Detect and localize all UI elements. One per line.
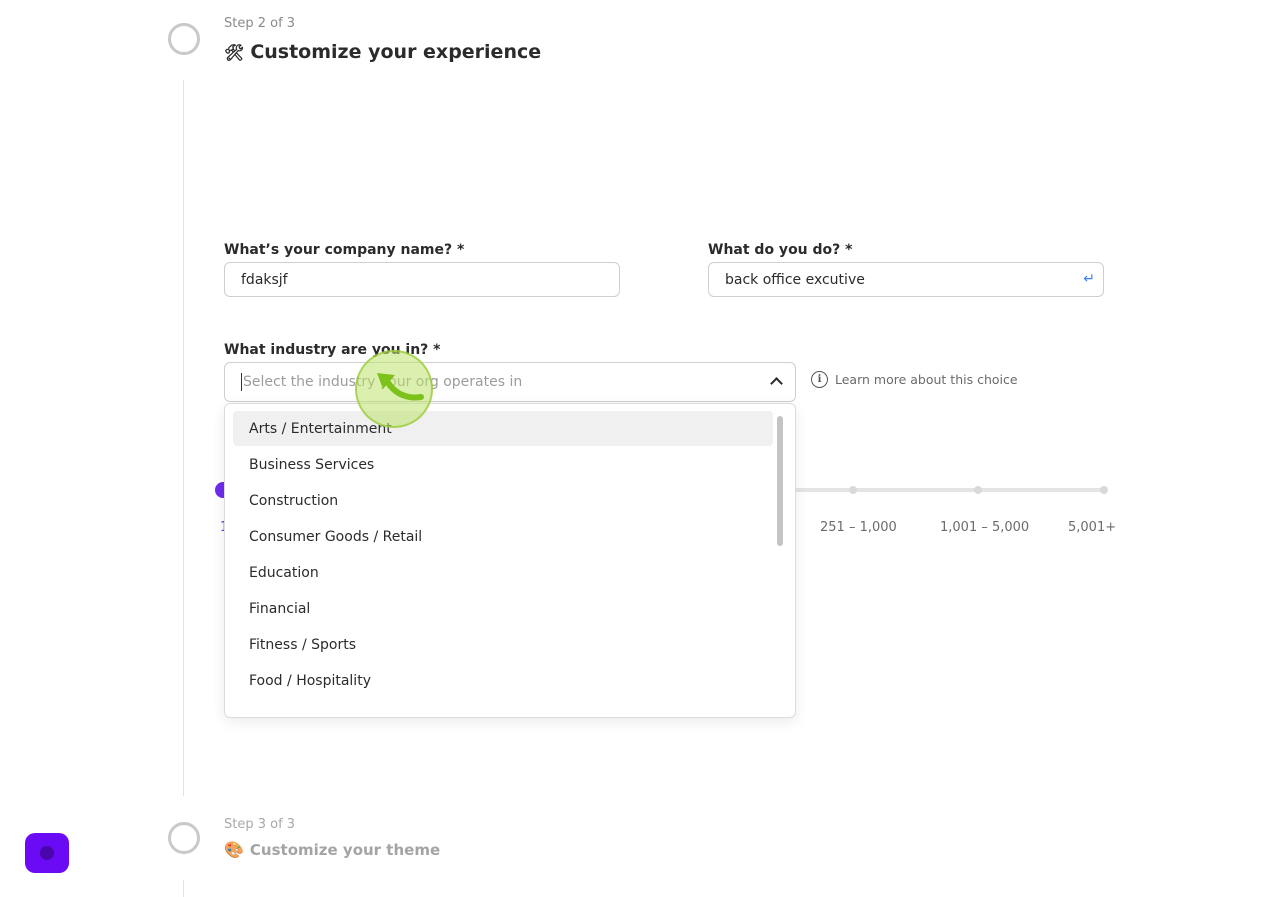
industry-option[interactable]: Arts / Entertainment [233,411,773,446]
text-cursor [241,373,242,391]
enter-key-icon: ↵ [1083,271,1095,287]
learn-more-text: Learn more about this choice [835,372,1018,387]
role-input[interactable]: back office excutive ↵ [708,262,1104,297]
tools-icon: 🛠 [224,42,245,62]
learn-more-link[interactable]: i Learn more about this choice [811,371,1018,388]
industry-option[interactable]: Food / Hospitality [233,663,773,698]
company-size-tick: 1,001 – 5,000 [940,520,1030,535]
industry-select[interactable]: Select the industry your org operates in [224,362,796,402]
step-2-label: Step 2 of 3 [224,16,296,31]
step-2-title: 🛠 Customize your experience [224,41,541,63]
company-name-label: What’s your company name? * [224,242,465,258]
palette-icon: 🎨 [224,840,244,859]
role-label: What do you do? * [708,242,853,258]
timeline-line [183,80,184,796]
step-2-indicator [168,23,200,55]
industry-option[interactable]: Consumer Goods / Retail [233,519,773,554]
industry-option[interactable]: Financial [233,591,773,626]
step-3-indicator [168,822,200,854]
step-3-title: 🎨 Customize your theme [224,840,440,859]
chat-launcher-button[interactable] [25,833,69,873]
chat-icon [40,846,54,860]
step-3-label: Step 3 of 3 [224,817,296,832]
industry-option[interactable]: Business Services [233,447,773,482]
company-name-input[interactable]: fdaksjf [224,262,620,297]
company-size-step[interactable] [849,486,857,494]
timeline-line-bottom [183,880,184,897]
onboarding-page: Step 2 of 3 🛠 Customize your experience … [0,0,1280,897]
curved-arrow-icon [377,373,424,401]
dropdown-scrollbar[interactable] [777,416,783,546]
company-size-tick: 251 – 1,000 [820,520,897,535]
company-size-step[interactable] [1100,486,1108,494]
step-3-title-text: Customize your theme [249,840,441,859]
step-2-title-text: Customize your experience [250,41,542,63]
chevron-up-icon[interactable] [770,377,783,390]
role-input-value: back office excutive [725,271,865,288]
industry-option[interactable]: Fitness / Sports [233,627,773,662]
company-size-step[interactable] [974,486,982,494]
company-size-tick: 5,001+ [1068,520,1117,535]
info-icon: i [811,371,828,388]
industry-dropdown: Arts / Entertainment Business Services C… [224,403,796,718]
industry-option[interactable]: Construction [233,483,773,518]
industry-option[interactable]: Education [233,555,773,590]
